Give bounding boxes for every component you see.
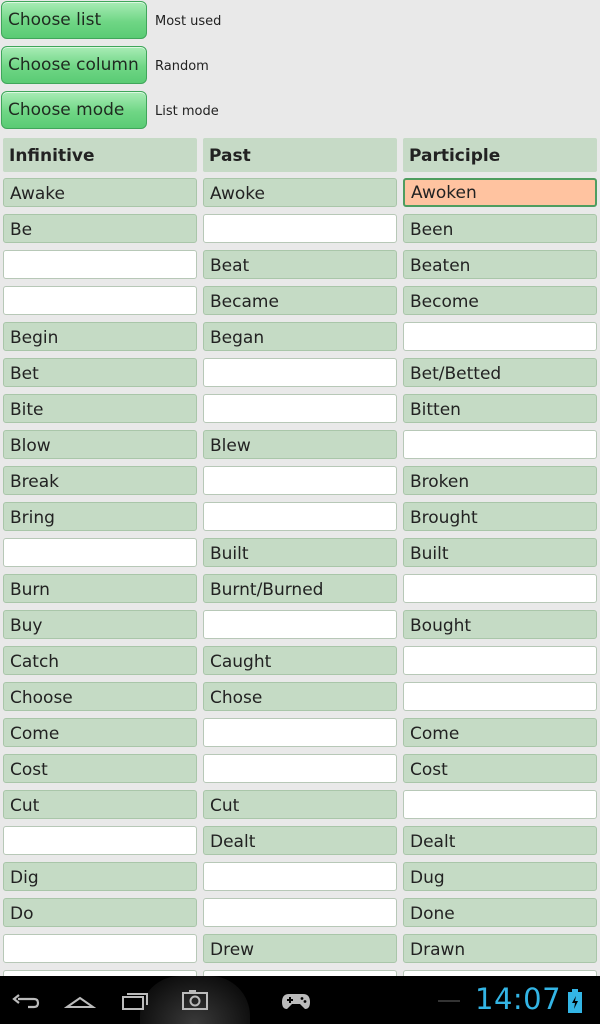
cell-past[interactable] <box>203 898 397 927</box>
battery-icon <box>568 989 582 1013</box>
cell-past[interactable]: Cut <box>203 790 397 819</box>
signal-dash-icon <box>438 1000 460 1002</box>
mode-control-row: Choose mode List mode <box>0 91 600 131</box>
list-control-row: Choose list Most used <box>0 1 600 41</box>
cell-infinitive[interactable]: Come <box>3 718 197 747</box>
cell-past[interactable] <box>203 610 397 639</box>
cell-past[interactable] <box>203 754 397 783</box>
cell-participle[interactable]: Cost <box>403 754 597 783</box>
cell-participle[interactable]: Bet/Betted <box>403 358 597 387</box>
cell-infinitive[interactable] <box>3 934 197 963</box>
cell-infinitive[interactable]: Blow <box>3 430 197 459</box>
cell-past[interactable]: Dealt <box>203 826 397 855</box>
cell-participle[interactable]: Built <box>403 538 597 567</box>
cell-infinitive[interactable]: Bet <box>3 358 197 387</box>
cell-participle[interactable]: Dealt <box>403 826 597 855</box>
cell-infinitive[interactable]: Awake <box>3 178 197 207</box>
cell-infinitive[interactable] <box>3 286 197 315</box>
cell-past[interactable] <box>203 862 397 891</box>
verb-table: Infinitive Past Participle Awake Awoke Awo… <box>0 136 600 976</box>
recent-apps-icon[interactable] <box>119 986 151 1014</box>
mode-value: List mode <box>155 104 219 119</box>
cell-participle[interactable] <box>403 322 597 351</box>
choose-list-button[interactable]: Choose list <box>1 1 147 39</box>
cell-past[interactable]: Awoke <box>203 178 397 207</box>
choose-column-button[interactable]: Choose column <box>1 46 147 84</box>
cell-participle[interactable]: Beaten <box>403 250 597 279</box>
cell-past[interactable] <box>203 358 397 387</box>
cell-infinitive[interactable] <box>3 826 197 855</box>
header-participle: Participle <box>403 138 597 172</box>
cell-participle[interactable]: Drawn <box>403 934 597 963</box>
header-past: Past <box>203 138 397 172</box>
column-control-row: Choose column Random <box>0 46 600 86</box>
cell-infinitive[interactable]: Be <box>3 214 197 243</box>
cell-infinitive[interactable]: Break <box>3 466 197 495</box>
cell-past[interactable]: Built <box>203 538 397 567</box>
cell-infinitive[interactable]: Dig <box>3 862 197 891</box>
cell-participle[interactable] <box>403 574 597 603</box>
cell-participle[interactable]: Bought <box>403 610 597 639</box>
cell-participle[interactable]: Come <box>403 718 597 747</box>
cell-past[interactable] <box>203 502 397 531</box>
cell-infinitive[interactable]: Cut <box>3 790 197 819</box>
cell-past[interactable] <box>203 466 397 495</box>
cell-infinitive[interactable]: Bring <box>3 502 197 531</box>
cell-infinitive[interactable] <box>3 538 197 567</box>
cell-participle[interactable] <box>403 682 597 711</box>
list-value: Most used <box>155 14 222 29</box>
cell-participle[interactable]: Broken <box>403 466 597 495</box>
cell-infinitive[interactable]: Begin <box>3 322 197 351</box>
cell-past[interactable]: Burnt/Burned <box>203 574 397 603</box>
clock: 14:07 <box>475 982 562 1016</box>
cell-past[interactable]: Blew <box>203 430 397 459</box>
column-value: Random <box>155 59 209 74</box>
cell-infinitive[interactable] <box>3 250 197 279</box>
cell-infinitive[interactable]: Burn <box>3 574 197 603</box>
screenshot-icon[interactable] <box>179 986 211 1014</box>
cell-past[interactable]: Became <box>203 286 397 315</box>
cell-participle[interactable]: Brought <box>403 502 597 531</box>
cell-participle[interactable] <box>403 790 597 819</box>
home-icon[interactable] <box>64 986 96 1014</box>
cell-past[interactable]: Beat <box>203 250 397 279</box>
cell-participle[interactable]: Done <box>403 898 597 927</box>
back-icon[interactable] <box>10 986 42 1014</box>
system-navigation-bar: 14:07 <box>0 976 600 1024</box>
cell-participle[interactable]: Awoken <box>403 178 597 207</box>
choose-mode-button[interactable]: Choose mode <box>1 91 147 129</box>
cell-participle[interactable]: Bitten <box>403 394 597 423</box>
cell-past[interactable]: Drew <box>203 934 397 963</box>
cell-participle[interactable]: Dug <box>403 862 597 891</box>
controls-panel: Choose list Most used Choose column Rand… <box>0 0 600 136</box>
cell-past[interactable]: Caught <box>203 646 397 675</box>
cell-infinitive[interactable]: Catch <box>3 646 197 675</box>
cell-infinitive[interactable]: Choose <box>3 682 197 711</box>
cell-past[interactable]: Chose <box>203 682 397 711</box>
cell-past[interactable]: Began <box>203 322 397 351</box>
cell-participle[interactable]: Become <box>403 286 597 315</box>
cell-past[interactable] <box>203 394 397 423</box>
gamepad-icon[interactable] <box>280 986 312 1014</box>
cell-infinitive[interactable]: Buy <box>3 610 197 639</box>
cell-past[interactable] <box>203 718 397 747</box>
cell-participle[interactable] <box>403 646 597 675</box>
cell-participle[interactable]: Been <box>403 214 597 243</box>
header-infinitive: Infinitive <box>3 138 197 172</box>
cell-infinitive[interactable]: Cost <box>3 754 197 783</box>
cell-participle[interactable] <box>403 430 597 459</box>
cell-infinitive[interactable]: Do <box>3 898 197 927</box>
cell-past[interactable] <box>203 214 397 243</box>
cell-infinitive[interactable]: Bite <box>3 394 197 423</box>
